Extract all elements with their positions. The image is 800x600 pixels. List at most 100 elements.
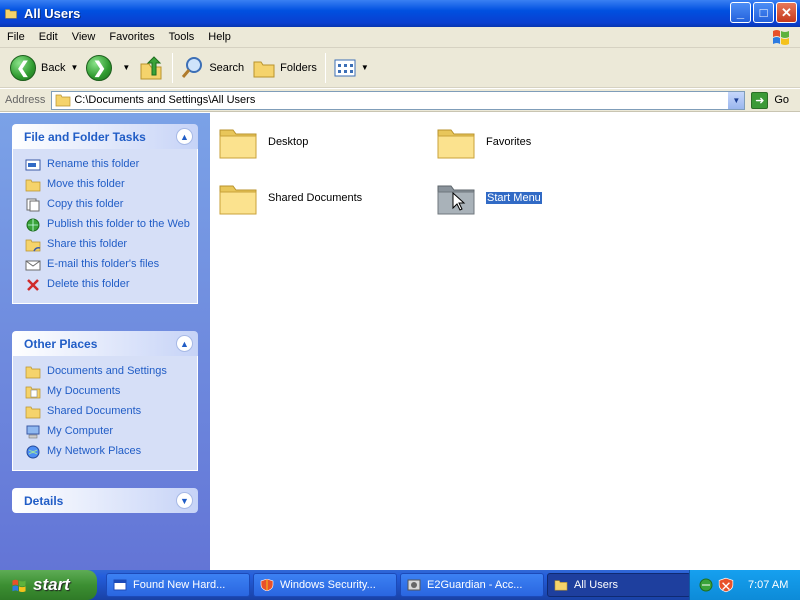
folder-icon (436, 122, 476, 162)
place-my-network-places[interactable]: My Network Places (25, 442, 191, 462)
chevron-down-icon[interactable]: ▼ (70, 63, 78, 72)
start-label: start (33, 575, 70, 594)
task-pane: File and Folder Tasks ▲ Rename this fold… (0, 113, 210, 570)
collapse-icon[interactable]: ▲ (176, 335, 193, 352)
task-label: Copy this folder (47, 198, 124, 210)
panel-title: Details (24, 493, 64, 508)
panel-title: Other Places (24, 336, 98, 351)
folder-view: Desktop Favorites Shared Documents Start… (210, 113, 800, 570)
back-button[interactable]: ❮ Back ▼ (6, 52, 82, 84)
task-label: Windows Security... (280, 579, 376, 591)
menu-view[interactable]: View (65, 31, 103, 43)
address-label: Address (5, 94, 46, 106)
folder-icon (4, 8, 18, 19)
security-shield-icon[interactable] (718, 577, 734, 593)
maximize-button[interactable]: □ (753, 2, 774, 23)
start-button[interactable]: start (0, 570, 97, 600)
menu-tools[interactable]: Tools (162, 31, 202, 43)
menu-help[interactable]: Help (201, 31, 238, 43)
expand-icon[interactable]: ▼ (176, 492, 193, 509)
panel-header[interactable]: Details ▼ (12, 488, 198, 513)
share-icon (25, 238, 41, 252)
folder-label: Favorites (486, 136, 532, 148)
panel-title: File and Folder Tasks (24, 129, 146, 144)
task-label: E2Guardian - Acc... (427, 579, 523, 591)
place-my-computer[interactable]: My Computer (25, 422, 191, 442)
views-button[interactable]: ▼ (330, 52, 373, 84)
menu-file[interactable]: File (0, 31, 32, 43)
address-value: C:\Documents and Settings\All Users (74, 94, 256, 106)
place-label: Shared Documents (47, 405, 142, 417)
folder-icon (25, 365, 41, 379)
file-folder-tasks-panel: File and Folder Tasks ▲ Rename this fold… (12, 124, 198, 304)
folder-item-favorites[interactable]: Favorites (436, 122, 531, 162)
task-rename-folder[interactable]: Rename this folder (25, 155, 191, 175)
folder-icon (25, 405, 41, 419)
folder-icon (218, 178, 258, 218)
system-tray: 7:07 AM (689, 570, 800, 600)
back-label: Back (41, 61, 66, 74)
views-icon (334, 59, 356, 76)
rename-icon (25, 159, 41, 171)
taskbar-button-windows-security[interactable]: Windows Security... (253, 573, 397, 597)
task-label: E-mail this folder's files (47, 258, 160, 270)
chevron-down-icon[interactable]: ▼ (361, 63, 369, 72)
security-shield-icon (260, 579, 274, 591)
search-button[interactable]: Search (177, 52, 248, 84)
address-dropdown-button[interactable]: ▼ (728, 91, 745, 109)
task-publish-folder[interactable]: Publish this folder to the Web (25, 215, 191, 235)
folders-icon (253, 61, 275, 77)
title-bar: All Users _ □ ✕ (0, 0, 800, 27)
address-input[interactable]: C:\Documents and Settings\All Users ▼ (51, 90, 746, 110)
network-tray-icon[interactable] (698, 577, 714, 593)
chevron-down-icon[interactable]: ▼ (122, 63, 130, 72)
folders-button[interactable]: Folders (248, 52, 321, 84)
folder-item-shared-documents[interactable]: Shared Documents (218, 178, 362, 218)
place-label: My Computer (47, 425, 114, 437)
toolbar-separator (324, 52, 326, 83)
close-button[interactable]: ✕ (776, 2, 797, 23)
taskbar-button-all-users[interactable]: All Users (547, 573, 691, 597)
folder-icon (55, 93, 71, 107)
folder-item-desktop[interactable]: Desktop (218, 122, 308, 162)
copy-icon (26, 198, 40, 212)
back-arrow-icon: ❮ (10, 54, 36, 81)
menu-edit[interactable]: Edit (32, 31, 65, 43)
app-icon (407, 579, 421, 591)
delete-icon (27, 279, 39, 291)
forward-button[interactable]: ❯ ▼ (82, 52, 134, 84)
task-label: Share this folder (47, 238, 128, 250)
move-icon (25, 178, 41, 192)
task-share-folder[interactable]: Share this folder (25, 235, 191, 255)
up-folder-button[interactable] (134, 52, 168, 84)
go-label: Go (774, 94, 790, 106)
address-bar: Address C:\Documents and Settings\All Us… (0, 89, 800, 112)
task-delete-folder[interactable]: Delete this folder (25, 275, 191, 295)
computer-icon (26, 425, 40, 439)
windows-logo-icon (773, 30, 789, 45)
taskbar-button-e2guardian[interactable]: E2Guardian - Acc... (400, 573, 544, 597)
publish-web-icon (26, 218, 40, 232)
go-arrow-icon: ➜ (751, 91, 769, 109)
email-icon (25, 260, 41, 271)
panel-header[interactable]: File and Folder Tasks ▲ (12, 124, 198, 149)
go-button[interactable]: ➜ Go (751, 91, 790, 109)
collapse-icon[interactable]: ▲ (176, 128, 193, 145)
folder-icon (218, 122, 258, 162)
folder-label: Start Menu (486, 192, 542, 204)
place-shared-documents[interactable]: Shared Documents (25, 402, 191, 422)
task-label: Move this folder (47, 178, 125, 190)
place-my-documents[interactable]: My Documents (25, 382, 191, 402)
task-email-files[interactable]: E-mail this folder's files (25, 255, 191, 275)
task-label: Publish this folder to the Web (47, 218, 190, 230)
taskbar-button-found-new-hardware[interactable]: Found New Hard... (106, 573, 250, 597)
place-documents-and-settings[interactable]: Documents and Settings (25, 362, 191, 382)
details-panel: Details ▼ (12, 488, 198, 513)
panel-header[interactable]: Other Places ▲ (12, 331, 198, 356)
task-move-folder[interactable]: Move this folder (25, 175, 191, 195)
toolbar: ❮ Back ▼ ❯ ▼ Search Folders ▼ (0, 48, 800, 88)
task-copy-folder[interactable]: Copy this folder (25, 195, 191, 215)
place-label: My Network Places (47, 445, 142, 457)
menu-favorites[interactable]: Favorites (102, 31, 161, 43)
minimize-button[interactable]: _ (730, 2, 751, 23)
